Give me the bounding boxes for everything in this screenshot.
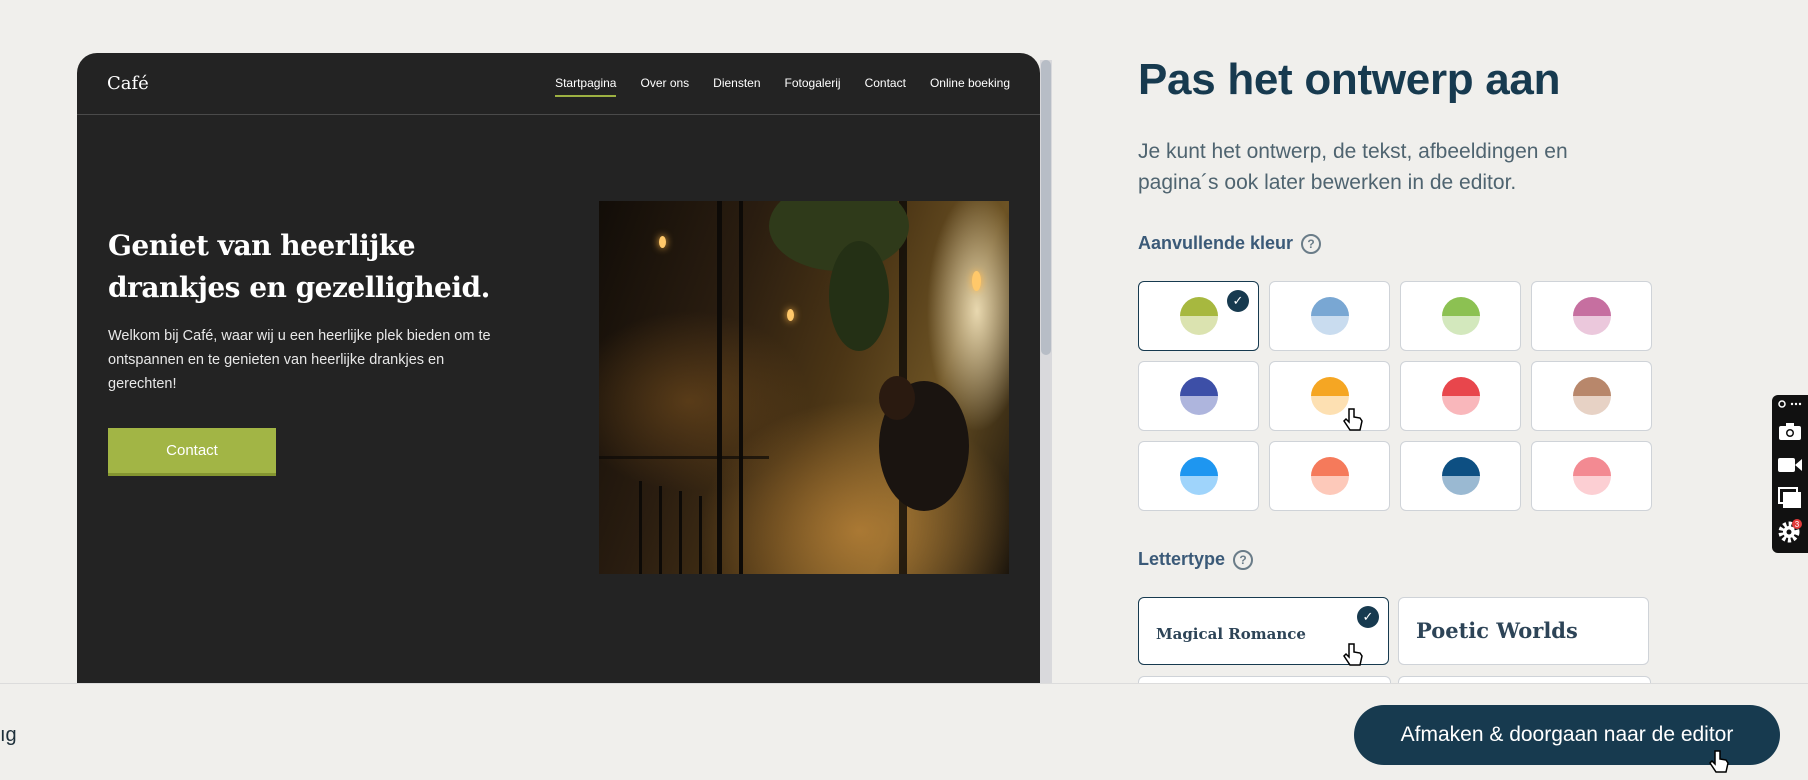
page-subtitle: Je kunt het ontwerp, de tekst, afbeeldin…: [1138, 140, 1568, 194]
color-circle: [1572, 377, 1611, 415]
hero-title: Geniet van heerlijke drankjes en gezelli…: [108, 229, 490, 304]
bottom-bar: ıg Afmaken & doorgaan naar de editor: [0, 683, 1808, 780]
color-circle: [1441, 457, 1480, 495]
video-icon[interactable]: [1777, 453, 1803, 477]
color-swatch[interactable]: ✓: [1138, 281, 1259, 351]
color-circle: [1179, 377, 1218, 415]
back-link[interactable]: ıg: [0, 724, 17, 747]
color-swatch[interactable]: [1531, 281, 1652, 351]
color-swatch[interactable]: [1400, 281, 1521, 351]
camera-icon[interactable]: [1777, 419, 1803, 443]
color-swatch[interactable]: [1269, 281, 1390, 351]
font-label-text: Lettertype: [1138, 549, 1226, 569]
site-nav-link[interactable]: Fotogalerij: [785, 76, 841, 97]
color-swatch[interactable]: [1531, 441, 1652, 511]
help-icon[interactable]: ?: [1233, 549, 1254, 570]
color-circle: [1179, 297, 1218, 335]
site-nav-link[interactable]: Contact: [865, 76, 906, 97]
color-circle: [1179, 457, 1218, 495]
hand-cursor-icon: [1343, 408, 1363, 431]
color-swatch[interactable]: [1269, 361, 1390, 431]
settings-icon[interactable]: 3: [1777, 519, 1803, 543]
color-swatch[interactable]: [1138, 361, 1259, 431]
help-icon[interactable]: ?: [1301, 233, 1322, 254]
color-swatch[interactable]: [1400, 441, 1521, 511]
site-logo: Café: [107, 73, 149, 94]
check-icon: ✓: [1227, 290, 1249, 312]
cafe-photo: [599, 201, 1009, 574]
side-toolbar: 3: [1772, 395, 1808, 553]
site-navbar: Café Startpagina Over ons Diensten Fotogale…: [77, 53, 1040, 115]
link-more-icon[interactable]: [1777, 397, 1803, 411]
color-circle: [1310, 457, 1349, 495]
hero-contact-button[interactable]: Contact: [108, 428, 276, 476]
site-nav-link[interactable]: Online boeking: [930, 76, 1010, 97]
site-nav-link[interactable]: Diensten: [713, 76, 760, 97]
site-nav-link[interactable]: Over ons: [640, 76, 689, 97]
page-title: Pas het ontwerp aan: [1138, 55, 1561, 104]
font-option-poetic-worlds[interactable]: Poetic Worlds: [1398, 597, 1649, 665]
color-circle: [1441, 297, 1480, 335]
site-preview: Café Startpagina Over ons Diensten Fotogale…: [77, 53, 1040, 683]
color-swatch[interactable]: [1269, 441, 1390, 511]
site-nav-link[interactable]: Startpagina: [555, 76, 617, 97]
window-icon[interactable]: [1777, 486, 1803, 510]
color-swatch-grid: ✓: [1138, 281, 1652, 511]
color-circle: [1441, 377, 1480, 415]
hero-text: Welkom bij Café, waar wij u een heerlijk…: [108, 328, 491, 392]
color-label-text: Aanvullende kleur: [1138, 233, 1294, 253]
color-swatch[interactable]: [1400, 361, 1521, 431]
font-option-label: Poetic Worlds: [1416, 618, 1578, 643]
color-circle: [1310, 297, 1349, 335]
check-icon: ✓: [1357, 606, 1379, 628]
hand-cursor-icon: [1343, 643, 1363, 666]
hand-cursor-icon: [1709, 750, 1729, 773]
settings-badge: 3: [1795, 520, 1800, 529]
font-option-label: Magical Romance: [1156, 625, 1306, 643]
color-swatch[interactable]: [1531, 361, 1652, 431]
color-swatch[interactable]: [1138, 441, 1259, 511]
color-section-label: Aanvullende kleur ?: [1138, 233, 1322, 254]
color-circle: [1572, 297, 1611, 335]
preview-scroll-thumb[interactable]: [1041, 60, 1051, 355]
site-nav-links: Startpagina Over ons Diensten Fotogalerij Co…: [555, 76, 1010, 97]
font-section-label: Lettertype ?: [1138, 549, 1254, 570]
color-circle: [1572, 457, 1611, 495]
